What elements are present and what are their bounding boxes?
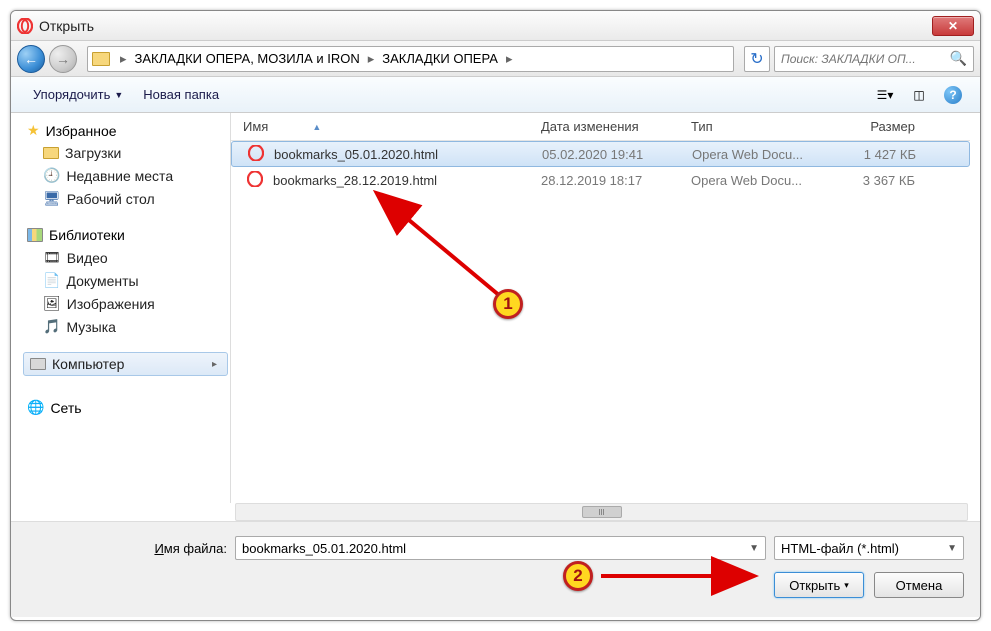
preview-pane-button[interactable]: ◫ (904, 84, 934, 106)
chevron-down-icon: ▼ (947, 543, 957, 554)
view-icon: ☰▾ (877, 88, 894, 102)
back-button[interactable]: ← (17, 45, 45, 73)
file-open-dialog: Открыть ✕ ← → ▸ ЗАКЛАДКИ ОПЕРА, МОЗИЛА и… (10, 10, 981, 621)
desktop-icon: 🖥 (43, 190, 61, 207)
view-mode-button[interactable]: ☰▾ (870, 84, 900, 106)
folder-icon (43, 147, 59, 159)
content-area: ★Избранное Загрузки 🕘Недавние места 🖥Раб… (11, 113, 980, 503)
refresh-icon: ↻ (750, 49, 763, 69)
sort-asc-icon: ▲ (312, 122, 321, 132)
computer-icon (30, 358, 46, 370)
filename-label: Имя файла: (27, 541, 227, 556)
new-folder-button[interactable]: Новая папка (133, 83, 229, 106)
help-button[interactable]: ? (938, 84, 968, 106)
file-size: 3 367 КБ (831, 173, 931, 188)
search-input[interactable] (781, 52, 950, 66)
column-headers: Имя▲ Дата изменения Тип Размер (231, 113, 970, 141)
star-icon: ★ (27, 122, 40, 139)
sidebar-libraries[interactable]: Библиотеки (21, 224, 230, 246)
refresh-button[interactable]: ↻ (744, 46, 770, 72)
file-list: Имя▲ Дата изменения Тип Размер bookmarks… (231, 113, 970, 503)
file-date: 05.02.2020 19:41 (542, 147, 692, 162)
forward-button[interactable]: → (49, 45, 77, 73)
breadcrumb[interactable]: ▸ ЗАКЛАДКИ ОПЕРА, МОЗИЛА и IRON ▸ ЗАКЛАД… (87, 46, 734, 72)
organize-label: Упорядочить (33, 87, 110, 102)
chevron-right-icon: ▸ (116, 51, 131, 67)
close-button[interactable]: ✕ (932, 16, 974, 36)
toolbar: Упорядочить ▼ Новая папка ☰▾ ◫ ? (11, 77, 980, 113)
open-button[interactable]: Открыть▾ (774, 572, 864, 598)
breadcrumb-part[interactable]: ЗАКЛАДКИ ОПЕРА, МОЗИЛА и IRON (131, 51, 364, 66)
file-row[interactable]: bookmarks_28.12.2019.html 28.12.2019 18:… (231, 167, 970, 193)
pictures-icon: 🖼 (43, 295, 61, 312)
file-type: Opera Web Docu... (691, 173, 831, 188)
column-size[interactable]: Размер (831, 119, 931, 134)
sidebar-item-recent[interactable]: 🕘Недавние места (21, 164, 230, 187)
search-icon: 🔍 (950, 50, 967, 67)
breadcrumb-part[interactable]: ЗАКЛАДКИ ОПЕРА (378, 51, 502, 66)
file-name: bookmarks_28.12.2019.html (273, 173, 437, 188)
chevron-right-icon: ▸ (502, 51, 517, 67)
sidebar-item-downloads[interactable]: Загрузки (21, 142, 230, 164)
scrollbar-thumb[interactable] (582, 506, 622, 518)
horizontal-scrollbar[interactable] (235, 503, 968, 521)
arrow-right-icon: → (56, 51, 70, 67)
file-size: 1 427 КБ (832, 147, 932, 162)
filename-input[interactable]: bookmarks_05.01.2020.html ▼ (235, 536, 766, 560)
network-icon: 🌐 (27, 399, 44, 416)
file-name: bookmarks_05.01.2020.html (274, 147, 438, 162)
column-name[interactable]: Имя▲ (231, 119, 541, 134)
chevron-down-icon: ▼ (114, 90, 123, 100)
file-type: Opera Web Docu... (692, 147, 832, 162)
libraries-icon (27, 228, 43, 242)
window-title: Открыть (39, 18, 932, 34)
sidebar: ★Избранное Загрузки 🕘Недавние места 🖥Раб… (21, 113, 231, 503)
organize-menu[interactable]: Упорядочить ▼ (23, 83, 133, 106)
file-date: 28.12.2019 18:17 (541, 173, 691, 188)
sidebar-item-desktop[interactable]: 🖥Рабочий стол (21, 187, 230, 210)
recent-icon: 🕘 (43, 167, 60, 184)
opera-icon (17, 18, 33, 34)
music-icon: 🎵 (43, 318, 60, 335)
sidebar-network[interactable]: 🌐Сеть (21, 396, 230, 419)
preview-icon: ◫ (913, 88, 924, 102)
sidebar-favorites[interactable]: ★Избранное (21, 119, 230, 142)
cancel-button[interactable]: Отмена (874, 572, 964, 598)
split-arrow-icon: ▾ (844, 580, 849, 591)
chevron-right-icon: ▸ (212, 359, 221, 370)
chevron-right-icon: ▸ (364, 51, 379, 67)
opera-icon (247, 171, 263, 190)
new-folder-label: Новая папка (143, 87, 219, 102)
file-row[interactable]: bookmarks_05.01.2020.html 05.02.2020 19:… (231, 141, 970, 167)
search-box[interactable]: 🔍 (774, 46, 974, 72)
navbar: ← → ▸ ЗАКЛАДКИ ОПЕРА, МОЗИЛА и IRON ▸ ЗА… (11, 41, 980, 77)
titlebar: Открыть ✕ (11, 11, 980, 41)
footer: Имя файла: bookmarks_05.01.2020.html ▼ H… (11, 521, 980, 617)
sidebar-computer[interactable]: Компьютер▸ (23, 352, 228, 376)
column-type[interactable]: Тип (691, 119, 831, 134)
sidebar-item-pictures[interactable]: 🖼Изображения (21, 292, 230, 315)
sidebar-item-video[interactable]: 🎞Видео (21, 246, 230, 269)
sidebar-item-documents[interactable]: 📄Документы (21, 269, 230, 292)
chevron-down-icon[interactable]: ▼ (749, 543, 759, 554)
opera-icon (248, 145, 264, 164)
help-icon: ? (944, 86, 962, 104)
column-date[interactable]: Дата изменения (541, 119, 691, 134)
filetype-select[interactable]: HTML-файл (*.html) ▼ (774, 536, 964, 560)
video-icon: 🎞 (43, 249, 61, 266)
arrow-left-icon: ← (24, 51, 38, 67)
folder-icon (92, 52, 110, 66)
documents-icon: 📄 (43, 272, 60, 289)
sidebar-item-music[interactable]: 🎵Музыка (21, 315, 230, 338)
